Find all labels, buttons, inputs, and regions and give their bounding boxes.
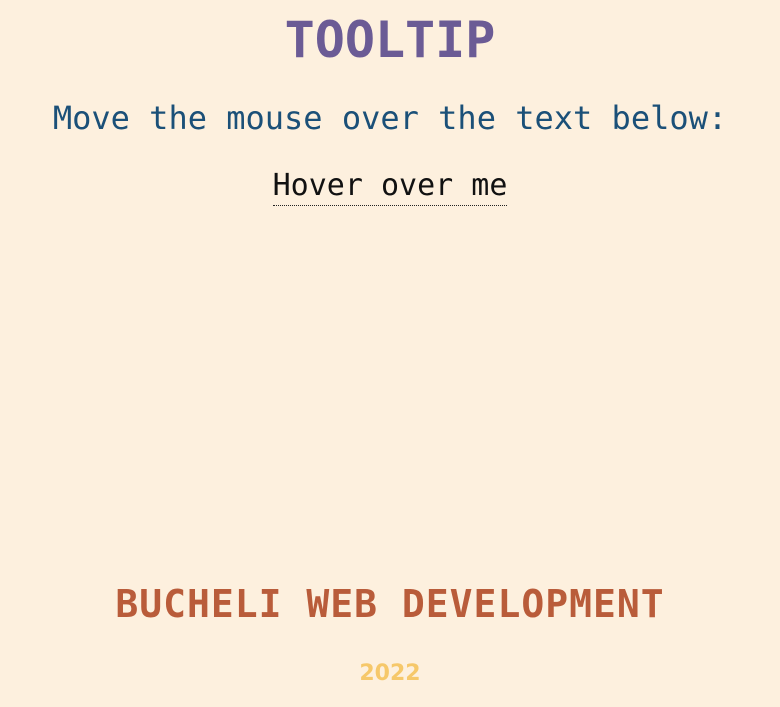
footer-brand: BUCHELI WEB DEVELOPMENT [115, 582, 665, 626]
instruction-text: Move the mouse over the text below: [52, 99, 728, 137]
tooltip-container: Hover over me [0, 168, 780, 206]
tooltip-trigger-text[interactable]: Hover over me [272, 168, 508, 206]
footer-year: 2022 [359, 661, 421, 686]
page-title: TOOLTIP [284, 11, 496, 69]
